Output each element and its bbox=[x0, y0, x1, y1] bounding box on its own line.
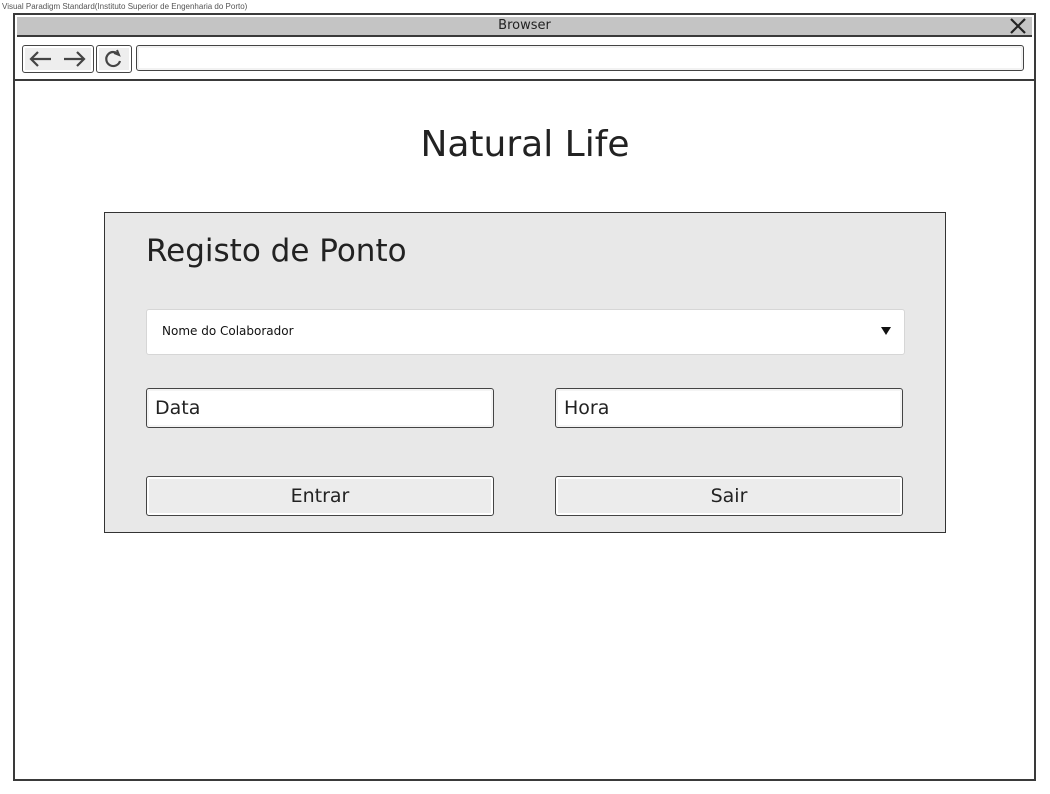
arrow-left-icon bbox=[29, 51, 51, 67]
close-icon bbox=[1010, 18, 1026, 34]
arrow-right-icon bbox=[64, 51, 86, 67]
chevron-down-icon bbox=[881, 327, 891, 335]
browser-toolbar bbox=[15, 37, 1034, 81]
site-title: Natural Life bbox=[420, 124, 630, 165]
date-field[interactable] bbox=[146, 388, 494, 428]
close-button[interactable] bbox=[1008, 17, 1028, 35]
time-clock-panel: Registo de Ponto Nome do Colaborador Ent… bbox=[104, 212, 946, 533]
employee-select[interactable]: Nome do Colaborador bbox=[146, 309, 905, 355]
panel-title: Registo de Ponto bbox=[146, 233, 407, 269]
reload-button[interactable] bbox=[96, 45, 132, 73]
browser-title: Browser bbox=[498, 18, 551, 33]
watermark-text: Visual Paradigm Standard(Instituto Super… bbox=[2, 2, 248, 11]
employee-select-value: Nome do Colaborador bbox=[162, 324, 294, 338]
nav-buttons bbox=[22, 45, 94, 73]
back-button[interactable] bbox=[25, 46, 57, 72]
enter-button[interactable]: Entrar bbox=[146, 476, 494, 516]
forward-button[interactable] bbox=[58, 46, 90, 72]
address-bar[interactable] bbox=[136, 45, 1024, 71]
exit-button[interactable]: Sair bbox=[555, 476, 903, 516]
time-field[interactable] bbox=[555, 388, 903, 428]
browser-titlebar: Browser bbox=[17, 17, 1032, 37]
reload-icon bbox=[105, 49, 122, 68]
